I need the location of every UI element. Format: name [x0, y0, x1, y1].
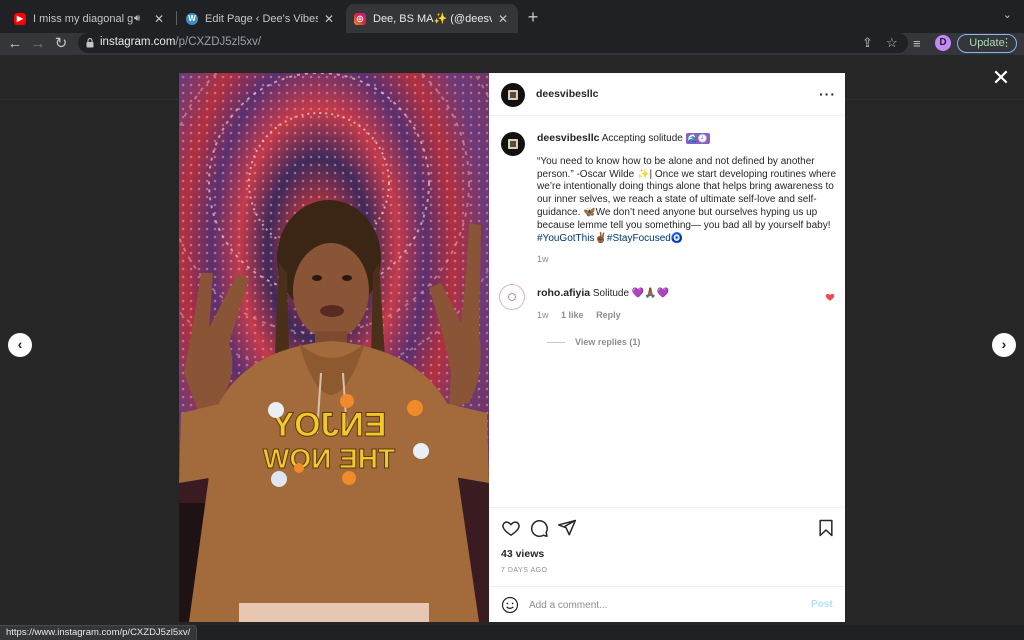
post-header: deesvibesllc ···	[489, 73, 845, 116]
avatar[interactable]	[501, 132, 525, 156]
emoji-icon[interactable]	[501, 596, 519, 614]
save-bookmark-icon[interactable]	[816, 518, 836, 538]
liked-heart-icon[interactable]	[825, 292, 835, 302]
post-comment-button[interactable]: Post	[811, 599, 833, 610]
address-bar[interactable]: instagram.com/p/CXZDJ5zl5xv/ ⇪ ☆	[78, 33, 908, 53]
view-replies-button[interactable]: View replies (1)	[547, 337, 640, 347]
close-modal-icon[interactable]: ✕	[990, 67, 1012, 89]
tab-youtube[interactable]: ▶ I miss my diagonal grilled c 🔊︎ ✕	[6, 4, 174, 33]
share-icon[interactable]	[557, 518, 577, 538]
view-count[interactable]: 43 views	[501, 548, 544, 560]
hashtag-link[interactable]: #YouGotThis	[537, 233, 594, 244]
comment-text: roho.afiyia Solitude 💜🙏🏾💜	[537, 287, 669, 299]
bookmark-star-icon[interactable]: ☆	[886, 36, 898, 50]
tab-search-icon[interactable]: ⌄	[1003, 8, 1012, 21]
close-icon[interactable]: ✕	[152, 12, 166, 26]
comment-time[interactable]: 1w	[537, 310, 549, 320]
comment-body: Solitude 💜🙏🏾💜	[592, 288, 670, 299]
video-frame: ENJOY THE NOW	[179, 73, 489, 622]
back-icon[interactable]: ←	[5, 34, 25, 54]
url-host: instagram.com	[100, 36, 176, 48]
tab-title: Dee, BS MA✨ (@deesvibesllc	[373, 13, 492, 25]
hashtag-emoji: ✌🏾	[594, 232, 607, 244]
post-actions: 43 views 7 DAYS AGO	[489, 507, 845, 587]
new-tab-button[interactable]: +	[523, 7, 543, 27]
update-button[interactable]: Update ⋮	[957, 34, 1017, 53]
url-path: /p/CXZDJ5zl5xv/	[175, 36, 262, 48]
hashtag-link[interactable]: #StayFocused	[607, 233, 671, 244]
close-icon[interactable]: ✕	[322, 12, 336, 26]
update-label: Update	[969, 37, 1005, 49]
caption-headline-emoji: 🌊🕗	[685, 132, 710, 144]
tab-wordpress[interactable]: W Edit Page ‹ Dee's Vibes — Wor ✕	[178, 4, 344, 33]
lock-icon	[86, 38, 94, 48]
next-post-button[interactable]: ›	[992, 333, 1016, 357]
commenter-avatar[interactable]	[499, 284, 525, 310]
reload-icon[interactable]: ↻	[51, 34, 71, 54]
avatar[interactable]	[501, 83, 525, 107]
reading-list-icon[interactable]: ≡	[913, 37, 921, 51]
profile-avatar[interactable]: D	[935, 35, 951, 51]
like-icon[interactable]	[501, 518, 521, 538]
avatar-logo-mark	[510, 141, 516, 147]
shirt-text-top: ENJOY	[271, 406, 387, 444]
tab-separator	[176, 11, 177, 25]
previous-post-button[interactable]: ‹	[8, 333, 32, 357]
caption-text: deesvibesllc Accepting solitude 🌊🕗 “You …	[537, 132, 837, 277]
comment-icon[interactable]	[529, 518, 549, 538]
url-text: instagram.com/p/CXZDJ5zl5xv/	[100, 36, 261, 48]
comment-likes[interactable]: 1 like	[561, 310, 584, 320]
link-status-bar: https://www.instagram.com/p/CXZDJ5zl5xv/	[0, 625, 198, 640]
post-author-username[interactable]: deesvibesllc	[536, 88, 598, 100]
caption-headline: Accepting solitude	[601, 133, 683, 144]
post-panel: deesvibesllc ··· deesvibesllc Accepting …	[489, 73, 845, 622]
share-icon[interactable]: ⇪	[862, 36, 873, 50]
caption-username[interactable]: deesvibesllc	[537, 132, 599, 144]
replies-divider	[547, 342, 565, 344]
add-comment-bar: Post	[489, 586, 845, 622]
shirt-text-bottom: THE NOW	[262, 443, 395, 474]
comment-input[interactable]	[529, 596, 789, 614]
forward-icon[interactable]: →	[28, 34, 48, 54]
end-emoji: 🧿	[670, 232, 684, 244]
avatar-logo-mark	[510, 92, 516, 98]
browser-toolbar: ← → ↻ instagram.com/p/CXZDJ5zl5xv/ ⇪ ☆ ≡…	[0, 33, 1024, 55]
tab-title: Edit Page ‹ Dee's Vibes — Wor	[205, 12, 318, 25]
tab-strip: ▶ I miss my diagonal grilled c 🔊︎ ✕ W Ed…	[0, 0, 1024, 33]
tab-instagram[interactable]: ◎ Dee, BS MA✨ (@deesvibesllc ✕	[346, 4, 518, 33]
commenter-username[interactable]: roho.afiyia	[537, 287, 590, 299]
tab-title: I miss my diagonal grilled c	[33, 12, 134, 25]
wordpress-icon: W	[186, 12, 198, 25]
view-replies-label: View replies (1)	[575, 337, 641, 347]
close-icon[interactable]: ✕	[496, 12, 510, 26]
caption-body: “You need to know how to be alone and no…	[537, 155, 837, 231]
speaker-icon[interactable]: 🔊︎	[134, 13, 148, 24]
youtube-icon: ▶	[14, 12, 26, 25]
comment-meta: 1w 1 like Reply	[537, 310, 631, 320]
more-options-icon[interactable]: ···	[819, 86, 836, 102]
commenter-avatar-mark	[508, 293, 516, 301]
post-video[interactable]: ENJOY THE NOW	[179, 73, 489, 622]
caption-time[interactable]: 1w	[537, 254, 549, 264]
instagram-icon: ◎	[354, 12, 366, 25]
menu-icon: ⋮	[1001, 37, 1012, 49]
reply-button[interactable]: Reply	[596, 310, 621, 320]
post-date[interactable]: 7 DAYS AGO	[501, 567, 548, 574]
